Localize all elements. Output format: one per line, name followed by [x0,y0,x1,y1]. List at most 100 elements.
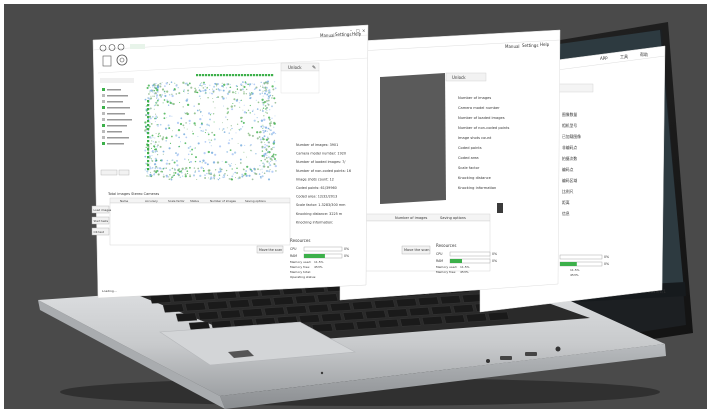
tree-item-icon[interactable] [102,124,105,127]
tree-item-icon[interactable] [102,106,105,109]
tree-item-icon[interactable] [102,88,105,91]
point-cloud-dot [146,175,148,177]
mid-menu-manual[interactable]: Manual [505,44,520,49]
point-cloud-dot [156,86,160,89]
tree-button[interactable] [118,169,130,176]
keyboard-key [241,308,264,318]
point-cloud-dot [264,146,267,148]
coded-marker [202,74,205,77]
point-cloud-dot [270,129,272,131]
point-cloud-dot [239,99,242,102]
front-menu-manual[interactable]: Manual [320,33,335,38]
point-cloud-dot [241,126,244,128]
point-cloud-dot [261,154,264,157]
tree-item-label[interactable] [107,143,124,145]
tree-item-label[interactable] [107,131,122,133]
point-cloud-dot [201,115,203,117]
front-menu-help[interactable]: Help [352,32,362,37]
keyboard-key [377,318,400,329]
point-cloud-dot [157,144,159,147]
point-cloud-dot [168,93,171,96]
point-cloud-dot [184,173,187,176]
tree-item-icon[interactable] [102,130,105,133]
front-menu-settings[interactable]: Settings [335,32,351,37]
front-table-tabs[interactable]: Total images Stereo Cameras [107,192,159,196]
point-cloud-dot [172,102,175,106]
tree-item-icon[interactable] [102,94,105,97]
back-info-label: 信息 [562,211,570,216]
keyboard-key [149,294,172,304]
coded-marker [147,112,150,115]
point-cloud-dot [204,174,206,176]
point-cloud-dot [215,85,218,87]
mid-viewport[interactable] [380,73,446,204]
coded-marker [211,74,214,77]
point-cloud-dot [199,174,202,177]
point-cloud-dot [264,141,266,143]
point-cloud-dot [242,121,245,124]
point-cloud-dot [149,167,152,170]
tree-item-label[interactable] [107,89,121,91]
point-cloud-dot [221,176,223,178]
keyboard-key [342,311,365,321]
close-icon[interactable]: × [362,28,365,33]
point-cloud-dot [218,89,221,92]
point-cloud-dot [150,142,152,145]
tree-item-label[interactable] [107,113,125,115]
point-cloud-dot [182,81,185,84]
point-cloud-dot [223,83,226,87]
tree-item-icon[interactable] [102,112,105,115]
point-cloud-dot [180,117,183,120]
tree-item-label[interactable] [107,137,129,139]
point-cloud-dot [266,155,268,157]
point-cloud-dot [231,168,233,170]
point-cloud-dot [256,137,259,140]
tree-item-label[interactable] [107,107,130,109]
pencil-icon[interactable]: ✎ [312,65,316,71]
point-cloud-dot [271,117,273,119]
point-cloud-dot [156,104,158,106]
point-cloud-dot [232,173,234,175]
point-cloud-dot [193,147,195,149]
point-cloud-dot [241,173,244,176]
point-cloud-dot [206,163,209,166]
tree-item-label[interactable] [107,125,127,127]
audio-port [486,359,490,363]
mid-menu-help[interactable]: Help [540,42,550,47]
tree-item-icon[interactable] [102,142,105,145]
mid-menu-settings[interactable]: Settings [522,43,538,48]
point-cloud-dot [229,86,232,88]
point-cloud-dot [197,167,200,170]
point-cloud-dot [181,171,183,174]
back-menu-app[interactable]: APP [600,56,608,61]
point-cloud-dot [263,153,266,156]
coded-marker [147,152,150,155]
tree-item-icon[interactable] [102,136,105,139]
tree-item-label[interactable] [107,119,132,121]
point-cloud-dot [206,87,208,89]
tree-item-icon[interactable] [102,100,105,103]
point-cloud-dot [188,161,191,163]
point-cloud-dot [150,171,152,173]
menu-home-tab[interactable] [130,44,145,49]
point-cloud-dot [193,174,195,177]
point-cloud-dot [148,115,152,118]
point-cloud-dot [155,94,159,97]
point-cloud-view[interactable] [138,70,282,190]
keyboard-key [206,300,229,310]
back-menu-help[interactable]: 帮助 [640,51,648,57]
point-cloud-dot [157,125,159,127]
tree-item-label[interactable] [107,95,128,97]
point-cloud-dot [177,170,179,172]
point-cloud-dot [214,153,217,156]
point-cloud-dot [196,178,198,181]
tree-item-icon[interactable] [102,118,105,121]
point-cloud-dot [159,159,162,162]
back-menu-tools[interactable]: 工具 [620,53,628,59]
tree-item-label[interactable] [107,101,123,103]
tree-button[interactable] [100,169,118,176]
point-cloud-dot [249,112,251,114]
point-cloud-dot [233,98,236,101]
point-cloud-dot [256,131,259,134]
mid-info-label: Coded area [458,156,479,160]
